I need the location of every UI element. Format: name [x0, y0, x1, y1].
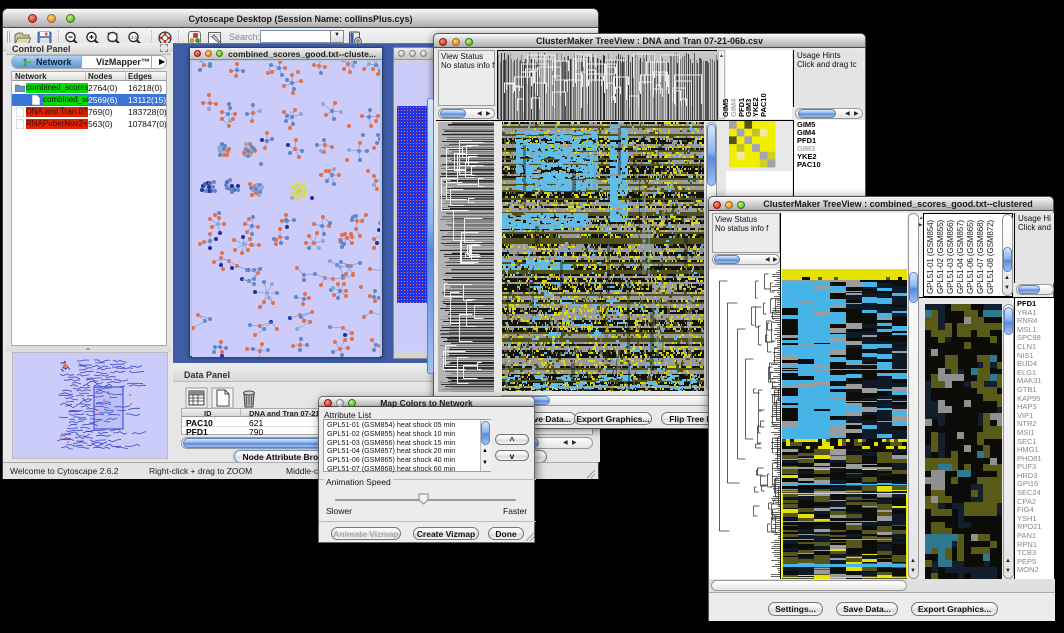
svg-text:1:1: 1:1	[131, 35, 138, 40]
